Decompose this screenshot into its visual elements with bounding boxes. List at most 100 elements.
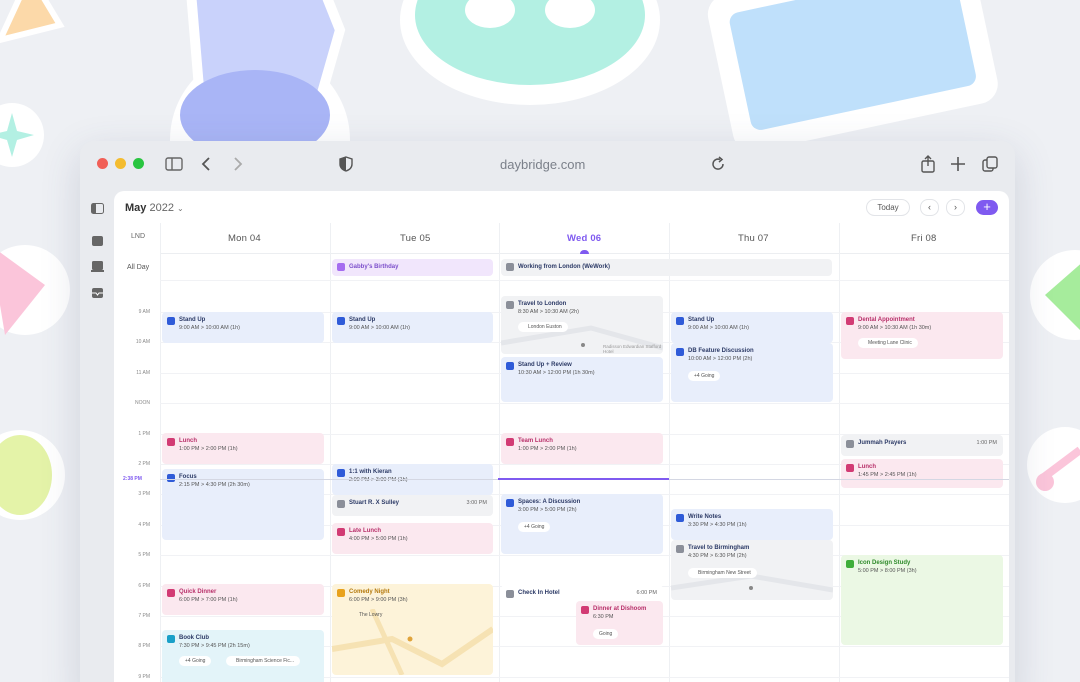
month-selector[interactable]: May 2022 ⌄ — [125, 202, 184, 214]
event-fri-lunch[interactable]: Lunch 1:45 PM > 2:45 PM (1h) — [841, 459, 1003, 488]
day-header-tue[interactable]: Tue 05 — [330, 223, 499, 254]
event-tue-sulley[interactable]: Stuart R. X Sulley 3:00 PM — [332, 495, 493, 516]
event-fri-icon-design[interactable]: Icon Design Study 5:00 PM > 8:00 PM (3h) — [841, 555, 1003, 645]
event-time: 6:30 PM — [593, 614, 614, 620]
event-title: Jummah Prayers — [858, 440, 907, 446]
reload-icon[interactable] — [707, 153, 729, 175]
contacts-icon[interactable] — [91, 261, 104, 272]
hour-label: 5 PM — [138, 552, 150, 559]
event-thu-travel[interactable]: Travel to Birmingham 4:30 PM > 6:30 PM (2… — [671, 540, 833, 600]
address-bar[interactable]: daybridge.com — [500, 157, 585, 172]
all-day-event-working-london[interactable]: Working from London (WeWork) — [501, 259, 832, 276]
event-time: 2:15 PM > 4:30 PM (2h 30m) — [179, 482, 250, 488]
location-badge[interactable]: Birmingham Science Fic... — [226, 656, 301, 666]
new-tab-icon[interactable] — [947, 153, 969, 175]
location-badge[interactable]: Meeting Lane Clinic — [858, 338, 918, 348]
event-title: Stuart R. X Sulley — [349, 500, 400, 506]
year-label: 2022 — [149, 202, 174, 214]
event-title: Lunch — [179, 438, 197, 444]
shield-icon[interactable] — [335, 153, 357, 175]
fork-icon — [506, 438, 514, 446]
event-time: 6:00 PM — [636, 590, 657, 596]
event-mon-standup[interactable]: Stand Up 9:00 AM > 10:00 AM (1h) — [162, 312, 324, 343]
day-header-thu[interactable]: Thu 07 — [669, 223, 839, 254]
column-divider — [160, 223, 161, 682]
event-title: Working from London (WeWork) — [518, 264, 610, 270]
attendees-badge[interactable]: Going — [593, 629, 619, 639]
location-badge[interactable]: London Euston — [518, 322, 568, 332]
event-time: 4:00 PM > 5:00 PM (1h) — [349, 536, 408, 542]
all-day-event-birthday[interactable]: Gabby's Birthday — [332, 259, 493, 276]
event-wed-dishoom[interactable]: Dinner at Dishoom 6:30 PM Going — [576, 601, 663, 645]
event-title: Book Club — [179, 635, 209, 641]
event-time: 1:00 PM > 2:00 PM (1h) — [518, 446, 577, 452]
tabs-overview-icon[interactable] — [979, 153, 1001, 175]
sticker-sparkle-icon — [0, 103, 44, 167]
calendar-icon[interactable] — [91, 235, 104, 246]
share-icon[interactable] — [917, 153, 939, 175]
event-title: Spaces: A Discussion — [518, 499, 581, 505]
gift-icon — [337, 263, 345, 271]
location-badge[interactable]: Birmingham New Street — [688, 568, 757, 578]
hour-label: 9 PM — [138, 673, 150, 680]
event-tue-late-lunch[interactable]: Late Lunch 4:00 PM > 5:00 PM (1h) — [332, 523, 493, 554]
event-fri-dental[interactable]: Dental Appointment 9:00 AM > 10:30 AM (1h… — [841, 312, 1003, 359]
add-event-button[interactable]: + — [976, 200, 998, 215]
today-button[interactable]: Today — [866, 199, 910, 216]
event-time: 6:00 PM > 9:00 PM (3h) — [349, 597, 408, 603]
train-icon — [506, 301, 514, 309]
all-day-label: All Day — [127, 264, 150, 271]
event-mon-lunch[interactable]: Lunch 1:00 PM > 2:00 PM (1h) — [162, 433, 324, 464]
hour-label: 10 AM — [135, 339, 150, 346]
next-week-button[interactable]: › — [946, 199, 965, 216]
day-header-wed[interactable]: Wed 06 — [499, 223, 669, 254]
current-time-label: 2:38 PM — [123, 476, 142, 482]
attendees-badge[interactable]: +4 Going — [518, 522, 551, 532]
event-mon-quick-dinner[interactable]: Quick Dinner 6:00 PM > 7:00 PM (1h) — [162, 584, 324, 615]
event-wed-travel[interactable]: Travel to London 8:30 AM > 10:30 AM (2h) L… — [501, 296, 663, 354]
attendees-badge[interactable]: +4 Going — [179, 656, 212, 666]
sticker-party-hat-icon — [0, 0, 65, 44]
attendees-badge[interactable]: +4 Going — [688, 371, 721, 381]
event-thu-standup[interactable]: Stand Up 9:00 AM > 10:00 AM (1h) — [671, 312, 833, 343]
hotel-icon — [506, 590, 514, 598]
event-title: Stand Up — [179, 317, 206, 323]
event-time: 8:30 AM > 10:30 AM (2h) — [518, 309, 579, 315]
sidebar-toggle-icon[interactable] — [163, 153, 185, 175]
location-badge[interactable]: The Lowry — [349, 610, 388, 620]
hour-label: 3 PM — [138, 491, 150, 498]
day-header-fri[interactable]: Fri 08 — [839, 223, 1009, 254]
event-title: 1:1 with Kieran — [349, 469, 392, 475]
people-icon — [337, 317, 345, 325]
event-thu-db[interactable]: DB Feature Discussion 10:00 AM > 12:00 PM… — [671, 343, 833, 402]
event-wed-spaces[interactable]: Spaces: A Discussion 3:00 PM > 5:00 PM (2… — [501, 494, 663, 554]
hour-label: 8 PM — [138, 643, 150, 650]
maximize-window-button[interactable] — [133, 158, 144, 169]
panel-toggle-icon[interactable] — [91, 203, 104, 214]
hour-label: 6 PM — [138, 582, 150, 589]
people-icon — [167, 317, 175, 325]
forward-icon[interactable] — [226, 153, 248, 175]
event-tue-comedy[interactable]: Comedy Night 6:00 PM > 9:00 PM (3h) The Lo… — [332, 584, 493, 675]
hour-label: 2 PM — [138, 461, 150, 467]
event-thu-notes[interactable]: Write Notes 3:30 PM > 4:30 PM (1h) — [671, 509, 833, 540]
event-title: Late Lunch — [349, 528, 382, 534]
prev-week-button[interactable]: ‹ — [920, 199, 939, 216]
event-wed-standup-review[interactable]: Stand Up + Review 10:30 AM > 12:00 PM (1h… — [501, 357, 663, 402]
event-tue-standup[interactable]: Stand Up 9:00 AM > 10:00 AM (1h) — [332, 312, 493, 343]
hour-line — [160, 403, 1009, 405]
event-wed-team-lunch[interactable]: Team Lunch 1:00 PM > 2:00 PM (1h) — [501, 433, 663, 464]
event-fri-jummah[interactable]: Jummah Prayers 1:00 PM — [841, 435, 1003, 456]
event-title: Gabby's Birthday — [349, 264, 399, 270]
day-header-mon[interactable]: Mon 04 — [160, 223, 330, 254]
pen-icon — [676, 514, 684, 522]
event-time: 3:00 PM > 5:00 PM (2h) — [518, 507, 577, 513]
minimize-window-button[interactable] — [115, 158, 126, 169]
close-window-button[interactable] — [97, 158, 108, 169]
event-time: 3:30 PM > 4:30 PM (1h) — [688, 522, 747, 528]
inbox-icon[interactable] — [91, 287, 104, 298]
event-mon-book-club[interactable]: Book Club 7:30 PM > 9:45 PM (2h 15m) +4 Go… — [162, 630, 324, 682]
back-icon[interactable] — [196, 153, 218, 175]
browser-window: daybridge.com May 2022 ⌄ Today ‹ › + LND… — [80, 141, 1015, 682]
book-icon — [167, 635, 175, 643]
